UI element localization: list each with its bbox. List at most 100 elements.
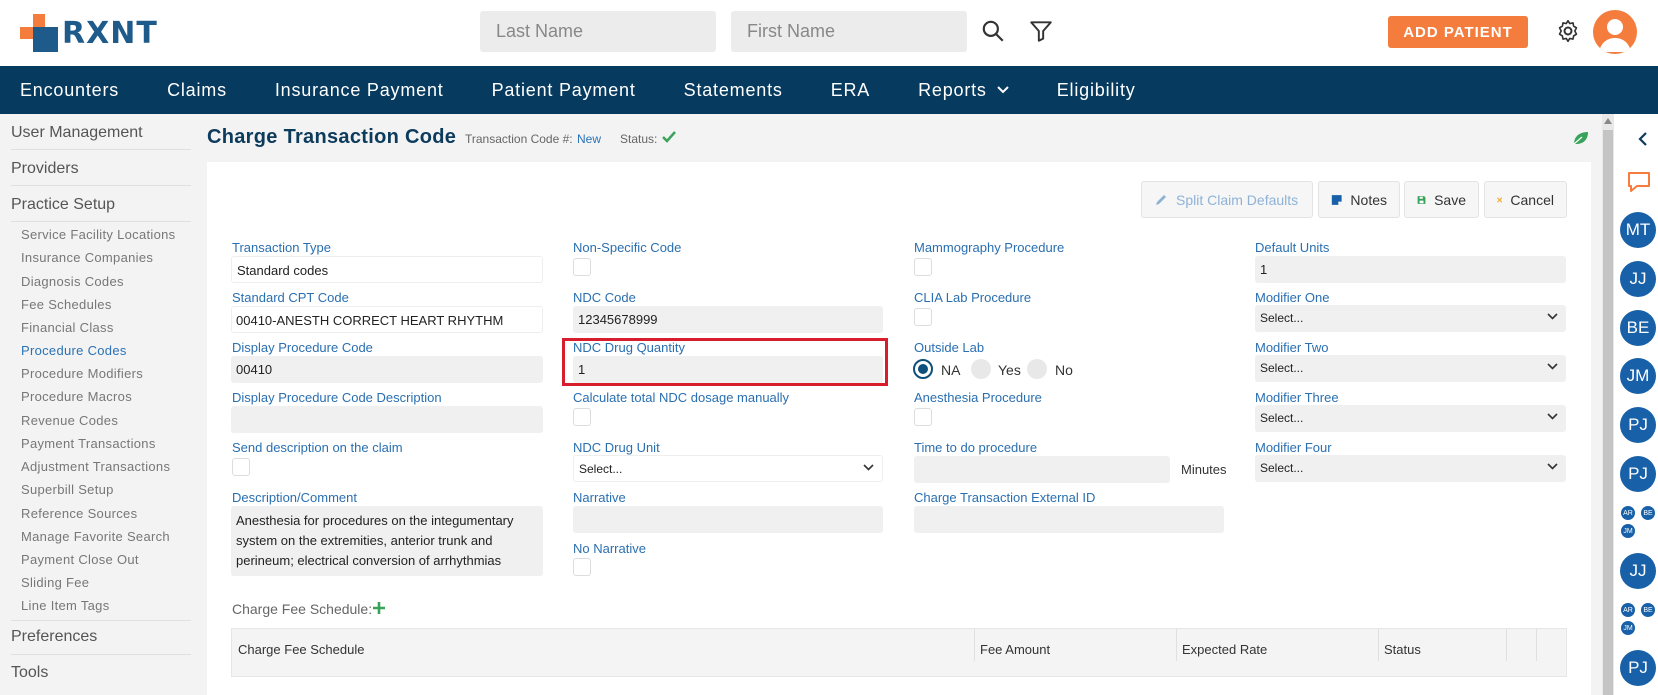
sidebar-item-revenue-codes[interactable]: Revenue Codes — [21, 413, 118, 428]
group-avatar-jm-2[interactable]: JM — [1621, 621, 1635, 635]
display-code-field[interactable]: 00410 — [231, 356, 543, 383]
ndc-code-label: NDC Code — [573, 290, 636, 305]
chat-avatar-pj-3[interactable]: PJ — [1620, 650, 1656, 686]
sidebar-item-manage-favorite-search[interactable]: Manage Favorite Search — [21, 529, 170, 544]
rxnt-logo[interactable]: RXNT — [20, 14, 158, 52]
sidebar-item-payment-transactions[interactable]: Payment Transactions — [21, 436, 156, 451]
scrollbar-thumb[interactable] — [1603, 130, 1613, 695]
page-scrollbar[interactable] — [1602, 114, 1614, 695]
outside-lab-yes-label: Yes — [998, 362, 1021, 378]
filter-icon[interactable] — [1028, 18, 1054, 44]
send-desc-checkbox[interactable] — [232, 458, 250, 476]
notes-label: Notes — [1350, 191, 1387, 208]
add-icon[interactable] — [372, 601, 386, 615]
time-field[interactable] — [914, 456, 1170, 483]
chat-avatar-jm[interactable]: JM — [1620, 358, 1656, 394]
chat-avatar-pj[interactable]: PJ — [1620, 407, 1656, 443]
chat-avatar-jj[interactable]: JJ — [1620, 261, 1656, 297]
sidebar-item-sliding-fee[interactable]: Sliding Fee — [21, 575, 89, 590]
external-id-field[interactable] — [914, 506, 1224, 533]
sidebar-item-superbill-setup[interactable]: Superbill Setup — [21, 482, 114, 497]
close-icon — [1497, 196, 1503, 203]
save-button[interactable]: Save — [1404, 181, 1479, 218]
narrative-field[interactable] — [573, 506, 883, 533]
outside-lab-radio-na[interactable] — [913, 359, 933, 379]
group-avatar-be[interactable]: BE — [1641, 506, 1655, 520]
modifier-three-select[interactable]: Select... — [1255, 405, 1566, 432]
sidebar-practice-setup[interactable]: Practice Setup — [11, 196, 115, 214]
col-expected-rate[interactable]: Expected Rate — [1182, 642, 1267, 657]
outside-lab-radio-no[interactable] — [1027, 359, 1047, 379]
mammography-checkbox[interactable] — [914, 258, 932, 276]
sidebar-item-fee-schedules[interactable]: Fee Schedules — [21, 297, 112, 312]
default-units-label: Default Units — [1255, 240, 1330, 255]
modifier-four-select[interactable]: Select... — [1255, 455, 1566, 482]
sidebar-providers[interactable]: Providers — [11, 160, 79, 178]
modifier-one-select[interactable]: Select... — [1255, 305, 1566, 332]
group-avatar-ar[interactable]: AR — [1621, 506, 1635, 520]
group-avatar-be-2[interactable]: BE — [1641, 603, 1655, 617]
standard-cpt-field[interactable]: 00410-ANESTH CORRECT HEART RHYTHM — [231, 306, 543, 333]
sidebar-item-reference-sources[interactable]: Reference Sources — [21, 506, 137, 521]
sidebar-user-management[interactable]: User Management — [11, 124, 143, 142]
nav-statements[interactable]: Statements — [684, 80, 783, 101]
sidebar-preferences[interactable]: Preferences — [11, 628, 97, 646]
cancel-button[interactable]: Cancel — [1484, 181, 1567, 218]
clia-checkbox[interactable] — [914, 308, 932, 326]
notes-button[interactable]: Notes — [1318, 181, 1400, 218]
nav-reports[interactable]: Reports — [918, 80, 1009, 101]
display-desc-field[interactable] — [231, 406, 543, 433]
nav-encounters[interactable]: Encounters — [20, 80, 119, 101]
nav-eligibility[interactable]: Eligibility — [1057, 80, 1136, 101]
chat-avatar-pj-2[interactable]: PJ — [1620, 456, 1656, 492]
outside-lab-radio-yes[interactable] — [971, 359, 991, 379]
first-name-input[interactable] — [731, 11, 967, 52]
search-icon[interactable] — [980, 18, 1006, 44]
sidebar-item-procedure-codes[interactable]: Procedure Codes — [21, 343, 127, 358]
col-charge-fee-schedule[interactable]: Charge Fee Schedule — [238, 642, 364, 657]
col-fee-amount[interactable]: Fee Amount — [980, 642, 1050, 657]
collapse-chevron-icon[interactable] — [1638, 132, 1648, 146]
nav-claims[interactable]: Claims — [167, 80, 227, 101]
sidebar-item-financial-class[interactable]: Financial Class — [21, 320, 114, 335]
chat-icon[interactable] — [1626, 170, 1652, 194]
group-avatar-jm[interactable]: JM — [1621, 524, 1635, 538]
add-patient-button[interactable]: ADD PATIENT — [1388, 16, 1528, 48]
gear-icon[interactable] — [1555, 18, 1581, 44]
no-narrative-checkbox[interactable] — [573, 558, 591, 576]
ndc-unit-select[interactable]: Select... — [573, 455, 883, 482]
sidebar-item-procedure-macros[interactable]: Procedure Macros — [21, 389, 132, 404]
ndc-code-field[interactable]: 12345678999 — [573, 306, 883, 333]
sidebar-item-adjustment-transactions[interactable]: Adjustment Transactions — [21, 459, 170, 474]
sidebar-item-payment-close-out[interactable]: Payment Close Out — [21, 552, 139, 567]
transaction-type-field[interactable]: Standard codes — [231, 256, 543, 283]
default-units-field[interactable]: 1 — [1255, 256, 1566, 283]
col-status[interactable]: Status — [1384, 642, 1421, 657]
chat-avatar-jj-2[interactable]: JJ — [1620, 553, 1656, 589]
nav-era[interactable]: ERA — [831, 80, 870, 101]
group-avatar-ar-2[interactable]: AR — [1621, 603, 1635, 617]
chat-avatar-mt[interactable]: MT — [1620, 212, 1656, 248]
non-specific-checkbox[interactable] — [573, 258, 591, 276]
sidebar-tools[interactable]: Tools — [11, 664, 48, 682]
anesthesia-checkbox[interactable] — [914, 408, 932, 426]
transaction-code-value: New — [577, 132, 602, 146]
user-avatar[interactable] — [1593, 10, 1637, 54]
desc-comment-label: Description/Comment — [232, 490, 357, 505]
split-claim-label: Split Claim Defaults — [1176, 191, 1299, 208]
split-claim-defaults-button[interactable]: Split Claim Defaults — [1141, 181, 1313, 218]
sidebar-item-service-facility[interactable]: Service Facility Locations — [21, 227, 175, 242]
sidebar-item-line-item-tags[interactable]: Line Item Tags — [21, 598, 110, 613]
calc-ndc-checkbox[interactable] — [573, 408, 591, 426]
nav-patient-payment[interactable]: Patient Payment — [492, 80, 636, 101]
sidebar-item-procedure-modifiers[interactable]: Procedure Modifiers — [21, 366, 143, 381]
scroll-up-icon[interactable] — [1604, 118, 1612, 124]
sidebar-item-insurance-companies[interactable]: Insurance Companies — [21, 250, 153, 265]
desc-comment-textarea[interactable]: Anesthesia for procedures on the integum… — [231, 506, 543, 576]
transaction-type-label: Transaction Type — [232, 240, 331, 255]
sidebar-item-diagnosis-codes[interactable]: Diagnosis Codes — [21, 274, 124, 289]
nav-insurance-payment[interactable]: Insurance Payment — [275, 80, 444, 101]
last-name-input[interactable] — [480, 11, 716, 52]
modifier-two-select[interactable]: Select... — [1255, 355, 1566, 382]
chat-avatar-be[interactable]: BE — [1620, 310, 1656, 346]
